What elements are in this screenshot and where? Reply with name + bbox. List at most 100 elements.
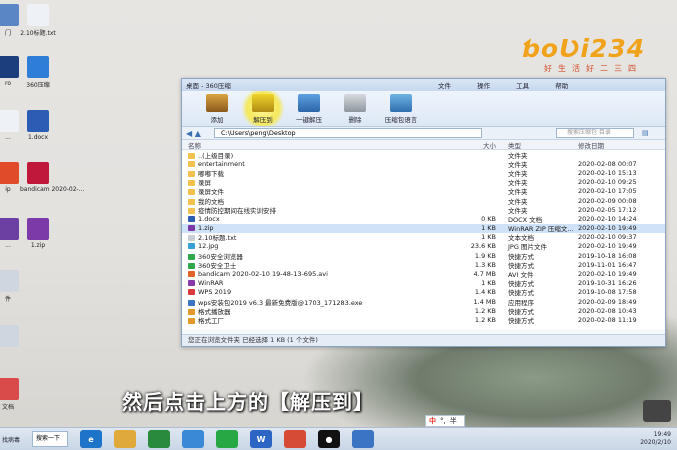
- taskbar: 找病毒 搜索一下 e W ● 19:49 2020/2/10: [0, 427, 677, 450]
- extract-to-button[interactable]: 解压到: [240, 91, 286, 126]
- desktop-icon-image: [27, 218, 49, 240]
- search-input[interactable]: 搜索压缩包 目录: [556, 128, 634, 138]
- file-date: 2020-02-10 14:24: [578, 214, 637, 223]
- file-date: 2020-02-09 00:08: [578, 196, 637, 205]
- extract-to-icon: [252, 94, 274, 112]
- taskbar-app-ie-icon[interactable]: e: [80, 430, 102, 448]
- desktop-icon[interactable]: 件: [0, 270, 26, 303]
- taskbar-apps: e W ●: [68, 430, 374, 448]
- file-name: 12.jpg: [198, 242, 219, 251]
- file-size: 1.4 KB: [474, 288, 496, 297]
- video-subtitle: 然后点击上方的【解压到】: [122, 390, 374, 414]
- archive-language-button[interactable]: 压缩包语言: [378, 91, 424, 126]
- file-date: 2020-02-10 17:05: [578, 187, 637, 196]
- desktop-icon-image: [0, 270, 19, 292]
- taskbar-app-archive-icon[interactable]: [352, 430, 374, 448]
- col-type[interactable]: 类型: [504, 140, 578, 150]
- file-date: 2020-02-10 09:37: [578, 233, 637, 242]
- menu-file[interactable]: 文件: [438, 82, 451, 90]
- desktop-icon[interactable]: 2.10标题.txt: [20, 4, 56, 37]
- file-row[interactable]: 360安全卫士 1.3 KB 快捷方式 2019-11-01 16:47: [182, 260, 665, 270]
- window-title: 桌面 - 360压缩: [186, 82, 231, 90]
- file-name: 1.docx: [198, 214, 220, 223]
- add-icon: [206, 94, 228, 112]
- file-date: 2020-02-10 19:49: [578, 224, 637, 233]
- desktop-icon-label: 文档: [1, 404, 14, 411]
- col-date[interactable]: 修改日期: [578, 140, 658, 150]
- file-date: 2020-02-08 11:19: [578, 315, 637, 324]
- taskbar-search[interactable]: 搜索一下: [32, 431, 68, 447]
- taskbar-app-chrome-icon[interactable]: [284, 430, 306, 448]
- folder-icon: [188, 198, 195, 205]
- file-name-cell: 2.10标题.txt: [182, 232, 432, 242]
- one-click-extract-button[interactable]: 一键解压: [286, 91, 332, 126]
- file-row[interactable]: bandicam 2020-02-10 19-48-13-695.avi 4.7 …: [182, 269, 665, 279]
- taskbar-app-store-icon[interactable]: [148, 430, 170, 448]
- desktop-icon[interactable]: 360压缩: [20, 56, 56, 89]
- col-size[interactable]: 大小: [432, 140, 504, 150]
- file-name-cell: entertainment: [182, 160, 432, 168]
- logo-subtitle: 好生活好二三四: [544, 64, 642, 73]
- ime-toolbar[interactable]: 中 °, 半: [425, 415, 465, 427]
- file-date: 2019-11-01 16:47: [578, 260, 637, 269]
- desktop-icon[interactable]: 文档: [0, 378, 26, 411]
- folder-icon: [188, 170, 195, 177]
- start-label[interactable]: 找病毒: [0, 435, 30, 444]
- add-button[interactable]: 添加: [194, 91, 240, 126]
- zip-icon: [188, 225, 195, 232]
- taskbar-app-record-icon[interactable]: ●: [318, 430, 340, 448]
- taskbar-app-folder-icon[interactable]: [114, 430, 136, 448]
- folder-icon: [188, 180, 195, 187]
- file-name: entertainment: [198, 159, 245, 168]
- file-row[interactable]: 疫情防控期间在线实训安排 文件夹 2020-02-05 17:12: [182, 205, 665, 215]
- desktop-icon[interactable]: 1.zip: [20, 218, 56, 249]
- address-bar: ◀ ▲ C:\Users\peng\Desktop 搜索压缩包 目录 ▤: [182, 127, 665, 140]
- file-name-cell: WinRAR: [182, 279, 432, 287]
- status-bar: 您正在浏览文件夹 已经选择 1 KB (1 个文件): [182, 334, 665, 346]
- ime-lang[interactable]: 中: [429, 416, 436, 426]
- desktop-icon-image: [27, 4, 49, 26]
- folder-icon: [188, 207, 195, 214]
- menu-help[interactable]: 帮助: [555, 82, 568, 90]
- file-row[interactable]: ..(上级目录) 文件夹: [182, 150, 665, 160]
- wps-icon: [188, 289, 195, 296]
- window-titlebar[interactable]: 桌面 - 360压缩 文件 操作 工具 帮助: [182, 79, 665, 91]
- file-name: WinRAR: [198, 279, 224, 288]
- file-size: 23.6 KB: [470, 242, 496, 251]
- file-row[interactable]: 2.10标题.txt 1 KB 文本文档 2020-02-10 09:37: [182, 233, 665, 242]
- menu-operate[interactable]: 操作: [477, 82, 490, 90]
- ime-mode[interactable]: 半: [450, 416, 457, 426]
- file-row[interactable]: 格式工厂 1.2 KB 快捷方式 2020-02-08 11:19: [182, 315, 665, 325]
- view-toggle-icon[interactable]: ▤: [642, 129, 649, 137]
- clock[interactable]: 19:49 2020/2/10: [615, 431, 677, 447]
- file-date: 2020-02-10 19:49: [578, 270, 637, 279]
- file-date: 2019-10-08 17:58: [578, 288, 637, 297]
- desktop-icon[interactable]: bandicam 2020-02-...: [20, 162, 84, 193]
- menu-tools[interactable]: 工具: [516, 82, 529, 90]
- path-input[interactable]: C:\Users\peng\Desktop: [214, 128, 482, 138]
- file-type: 快捷方式: [508, 316, 534, 325]
- desktop-icon-label: 360压缩: [26, 82, 50, 89]
- desktop-icon[interactable]: [0, 325, 26, 349]
- file-size: 1.2 KB: [474, 306, 496, 315]
- desktop-icon-label: 1.docx: [27, 134, 49, 141]
- file-name: ..(上级目录): [198, 151, 234, 160]
- desktop-icon[interactable]: 1.docx: [20, 110, 56, 141]
- folder-icon: [188, 152, 195, 159]
- taskbar-app-people-icon[interactable]: [182, 430, 204, 448]
- desktop-icon-image: [0, 162, 19, 184]
- taskbar-app-360-icon[interactable]: [216, 430, 238, 448]
- ime-punct[interactable]: °,: [440, 417, 446, 425]
- desktop-icon-image: [0, 110, 19, 132]
- file-name-cell: bandicam 2020-02-10 19-48-13-695.avi: [182, 270, 432, 278]
- taskbar-app-wps-icon[interactable]: W: [250, 430, 272, 448]
- desktop-icon-image: [0, 56, 19, 78]
- toolbar: 添加 解压到 一键解压 删除 压缩包语言: [182, 91, 665, 127]
- file-row[interactable]: WinRAR 1 KB 快捷方式 2019-10-31 16:26: [182, 279, 665, 288]
- nav-buttons[interactable]: ◀ ▲: [186, 129, 214, 138]
- file-size: 1.2 KB: [474, 315, 496, 324]
- delete-button[interactable]: 删除: [332, 91, 378, 126]
- col-name[interactable]: 名称: [182, 140, 432, 150]
- file-row[interactable]: 1.docx 0 KB DOCX 文档 2020-02-10 14:24: [182, 214, 665, 224]
- app-icon: [188, 308, 195, 315]
